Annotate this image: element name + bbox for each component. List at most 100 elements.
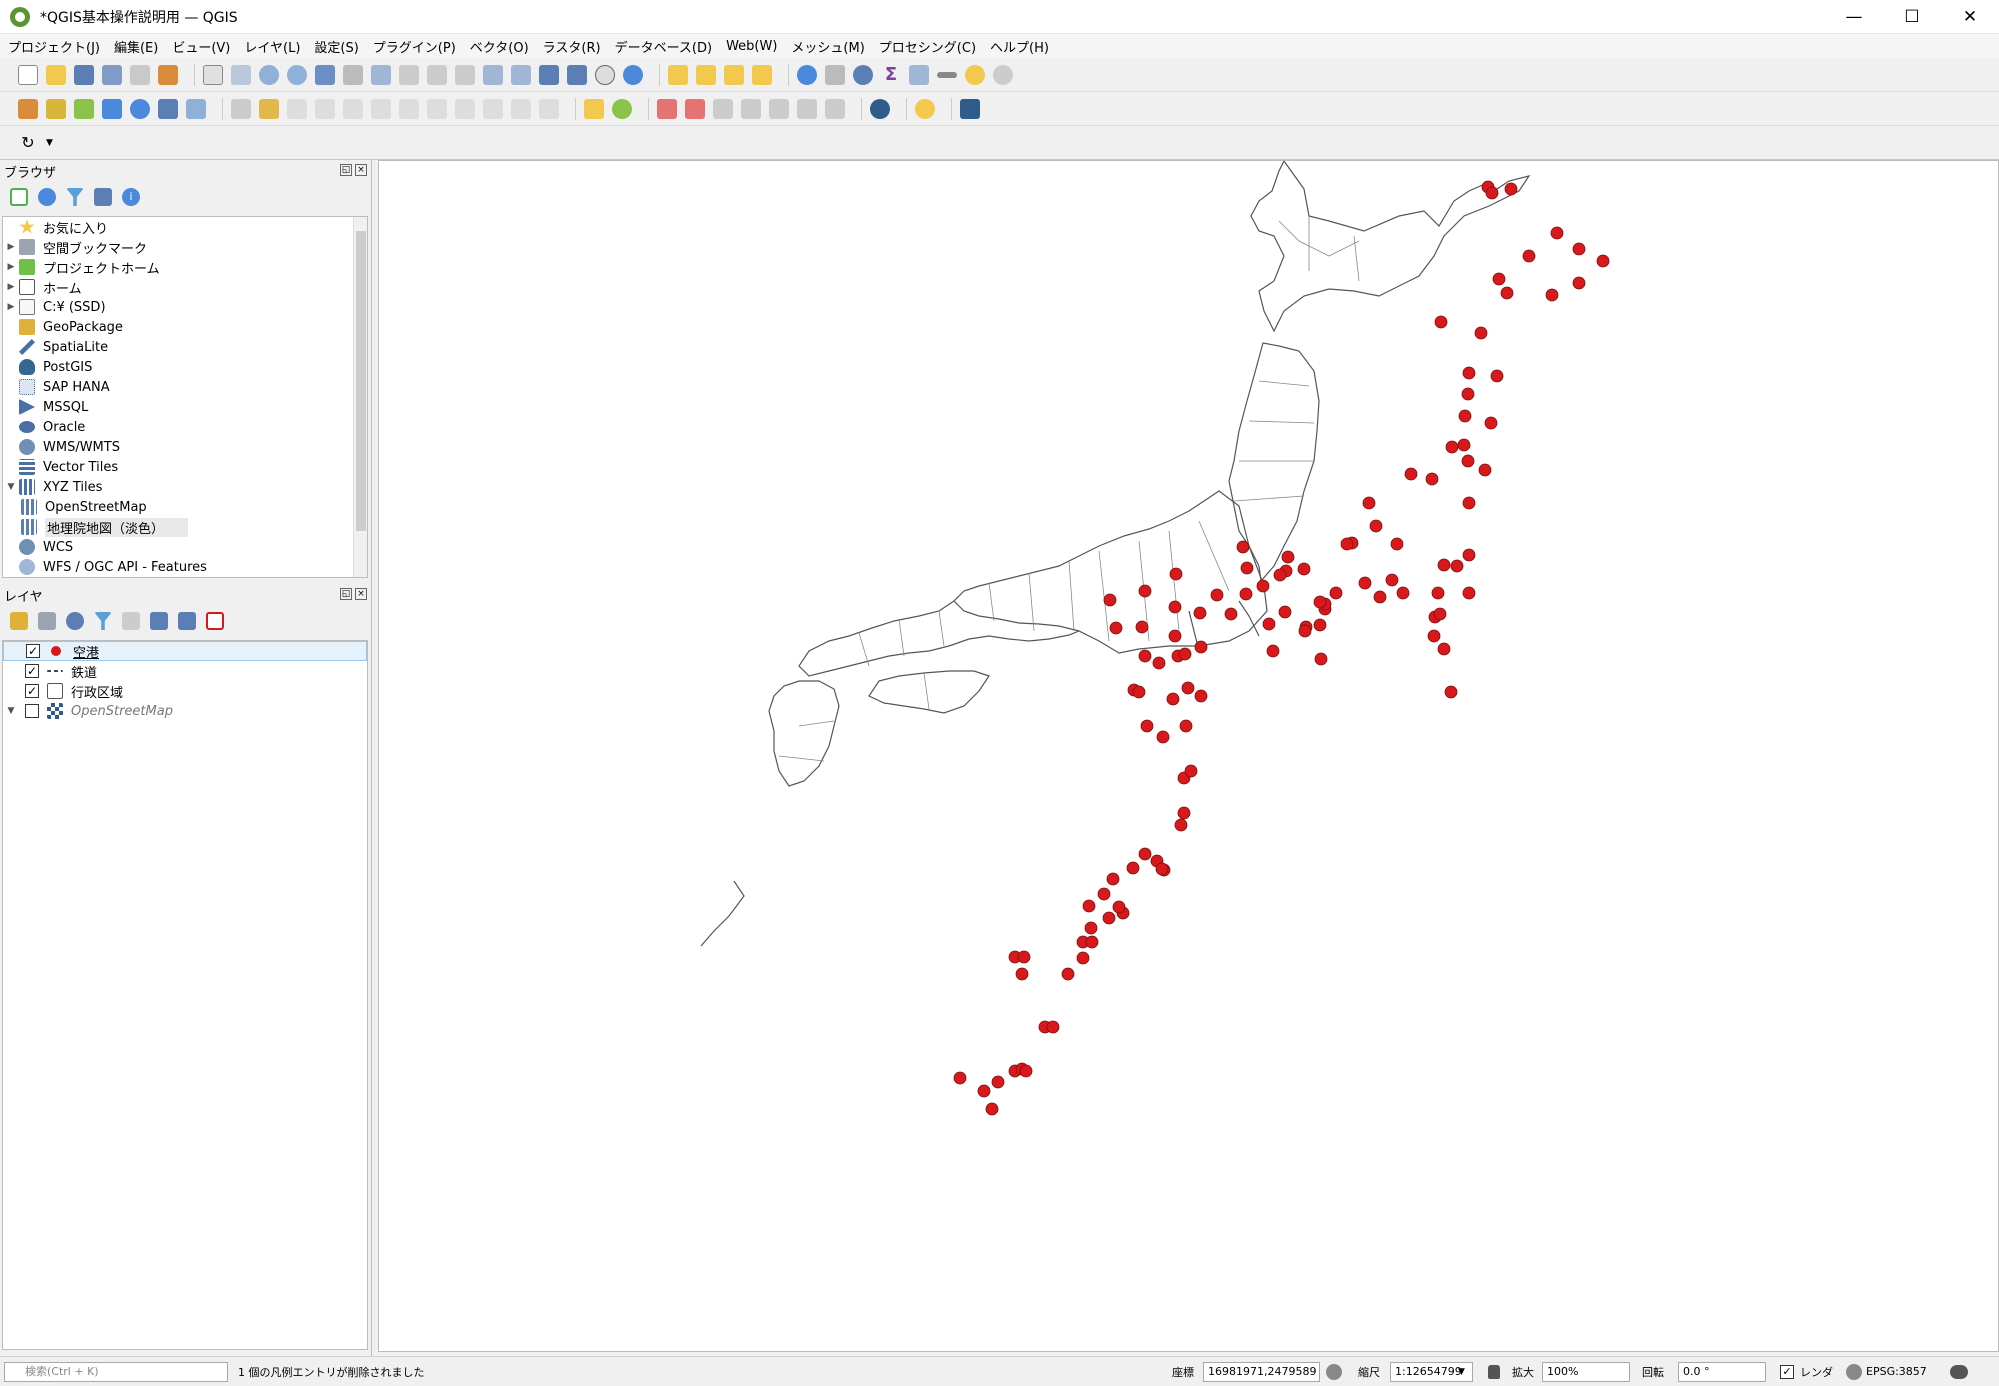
collapse-all-icon[interactable] [94, 188, 112, 206]
menu-raster[interactable]: ラスタ(R) [543, 37, 601, 56]
map-tips-icon[interactable] [965, 64, 985, 85]
identify-icon[interactable] [797, 64, 817, 85]
menu-settings[interactable]: 設定(S) [314, 37, 358, 56]
cut-features-icon[interactable] [427, 98, 447, 119]
close-button[interactable]: ✕ [1941, 0, 1999, 34]
layer-openstreetmap[interactable]: ▼ OpenStreetMap [3, 701, 367, 721]
validate-layer-icon[interactable] [186, 98, 206, 119]
menu-processing[interactable]: プロセシング(C) [879, 37, 976, 56]
float-panel-icon[interactable]: ◱ [340, 164, 352, 176]
coordinate-field[interactable]: 16981971,2479589 [1203, 1361, 1320, 1382]
menu-project[interactable]: プロジェクト(J) [8, 37, 100, 56]
menu-help[interactable]: ヘルプ(H) [990, 37, 1049, 56]
zoom-next-icon[interactable] [455, 64, 475, 85]
browser-item-openstreetmap[interactable]: OpenStreetMap [3, 497, 367, 517]
open-table-icon[interactable] [909, 64, 929, 85]
layer-visibility-checkbox[interactable] [25, 704, 39, 718]
save-edits-icon[interactable] [287, 98, 307, 119]
refresh-icon[interactable] [623, 64, 643, 85]
browser-item-spatialite[interactable]: SpatiaLite [3, 337, 367, 357]
new-map-view-icon[interactable] [483, 64, 503, 85]
browser-item-wcs[interactable]: WCS [3, 537, 367, 557]
new-geopackage-layer-icon[interactable] [46, 98, 66, 119]
browser-item-xyz-tiles[interactable]: ▼ XYZ Tiles [3, 477, 367, 497]
crs-button[interactable]: EPSG:3857 [1866, 1365, 1927, 1378]
crs-globe-icon[interactable] [1846, 1363, 1862, 1380]
add-group-icon[interactable] [38, 612, 56, 630]
info-icon[interactable]: i [122, 188, 140, 206]
browser-item-mssql[interactable]: MSSQL [3, 397, 367, 417]
pan-to-selection-icon[interactable] [231, 64, 251, 85]
browser-item-geopackage[interactable]: GeoPackage [3, 317, 367, 337]
expand-arrow-icon[interactable]: ▶ [3, 302, 19, 312]
float-panel-icon[interactable]: ◱ [340, 588, 352, 600]
pin-labels-icon[interactable] [657, 98, 677, 119]
delete-selected-icon[interactable] [399, 98, 419, 119]
filter-expression-icon[interactable] [122, 612, 140, 630]
toggle-extents-icon[interactable] [1326, 1363, 1342, 1380]
locator-search-input[interactable]: 検索(Ctrl + K) [4, 1361, 228, 1382]
browser-item-wfs[interactable]: WFS / OGC API - Features [3, 557, 367, 577]
collapse-all-icon[interactable] [178, 612, 196, 630]
zoom-last-icon[interactable] [427, 64, 447, 85]
layer-railways[interactable]: ✓ 鉄道 [3, 661, 367, 681]
select-features-icon[interactable] [668, 64, 688, 85]
zoom-native-icon[interactable] [399, 64, 419, 85]
magnifier-field[interactable]: 100% [1542, 1361, 1630, 1382]
undo-icon[interactable] [511, 98, 531, 119]
menu-mesh[interactable]: メッシュ(M) [791, 37, 864, 56]
highlight-labels-icon[interactable] [685, 98, 705, 119]
show-bookmarks-icon[interactable] [567, 64, 587, 85]
change-label-icon[interactable] [769, 98, 789, 119]
close-panel-icon[interactable]: × [355, 588, 367, 600]
menu-vector[interactable]: ベクタ(O) [470, 37, 529, 56]
paste-features-icon[interactable] [483, 98, 503, 119]
copy-features-icon[interactable] [455, 98, 475, 119]
menu-web[interactable]: Web(W) [726, 39, 777, 54]
globe-plugin-icon[interactable] [870, 98, 890, 119]
minimize-button[interactable]: — [1825, 0, 1883, 34]
new-spatialite-layer-icon[interactable] [102, 98, 122, 119]
rotation-field[interactable]: 0.0 ° [1678, 1361, 1766, 1382]
expand-arrow-icon[interactable]: ▶ [3, 282, 19, 292]
save-project-icon[interactable] [74, 64, 94, 85]
filter-icon[interactable] [66, 188, 84, 206]
modify-attributes-icon[interactable] [371, 98, 391, 119]
select-by-value-icon[interactable] [696, 64, 716, 85]
zoom-selection-icon[interactable] [343, 64, 363, 85]
collapse-arrow-icon[interactable]: ▼ [3, 482, 19, 492]
browser-item-postgis[interactable]: PostGIS [3, 357, 367, 377]
chevron-down-icon[interactable]: ▼ [1458, 1367, 1465, 1377]
new-shapefile-layer-icon[interactable] [74, 98, 94, 119]
python-console-icon[interactable] [915, 98, 935, 119]
attribute-table-icon[interactable] [825, 64, 845, 85]
layer-visibility-checkbox[interactable]: ✓ [25, 684, 39, 698]
remove-layer-icon[interactable] [206, 612, 224, 630]
render-checkbox[interactable]: ✓ [1780, 1364, 1794, 1379]
maximize-button[interactable]: ☐ [1883, 0, 1941, 34]
browser-item-vector-tiles[interactable]: Vector Tiles [3, 457, 367, 477]
browser-scrollbar[interactable] [353, 217, 367, 577]
filter-legend-icon[interactable] [94, 612, 112, 630]
zoom-layer-icon[interactable] [371, 64, 391, 85]
layer-labeling-icon[interactable] [612, 98, 632, 119]
browser-item-favorites[interactable]: お気に入り [3, 217, 367, 237]
data-source-manager-icon[interactable] [18, 98, 38, 119]
menu-layer[interactable]: レイヤ(L) [244, 37, 300, 56]
zoom-in-icon[interactable] [259, 64, 279, 85]
label-properties-icon[interactable] [825, 98, 845, 119]
browser-item-project-home[interactable]: ▶ プロジェクトホーム [3, 257, 367, 277]
save-as-icon[interactable] [102, 64, 122, 85]
menu-view[interactable]: ビュー(V) [172, 37, 230, 56]
collapse-arrow-icon[interactable]: ▼ [3, 706, 19, 716]
print-layout-icon[interactable] [130, 64, 150, 85]
open-project-icon[interactable] [46, 64, 66, 85]
show-hide-labels-icon[interactable] [797, 98, 817, 119]
style-paint-icon[interactable] [10, 612, 28, 630]
label-tool-icon[interactable] [584, 98, 604, 119]
help-book-icon[interactable] [960, 98, 980, 119]
layer-visibility-checkbox[interactable]: ✓ [26, 644, 40, 658]
reload-spinner-icon[interactable]: ↻ [18, 133, 38, 153]
temporal-controller-icon[interactable] [595, 64, 615, 85]
style-manager-icon[interactable] [158, 64, 178, 85]
